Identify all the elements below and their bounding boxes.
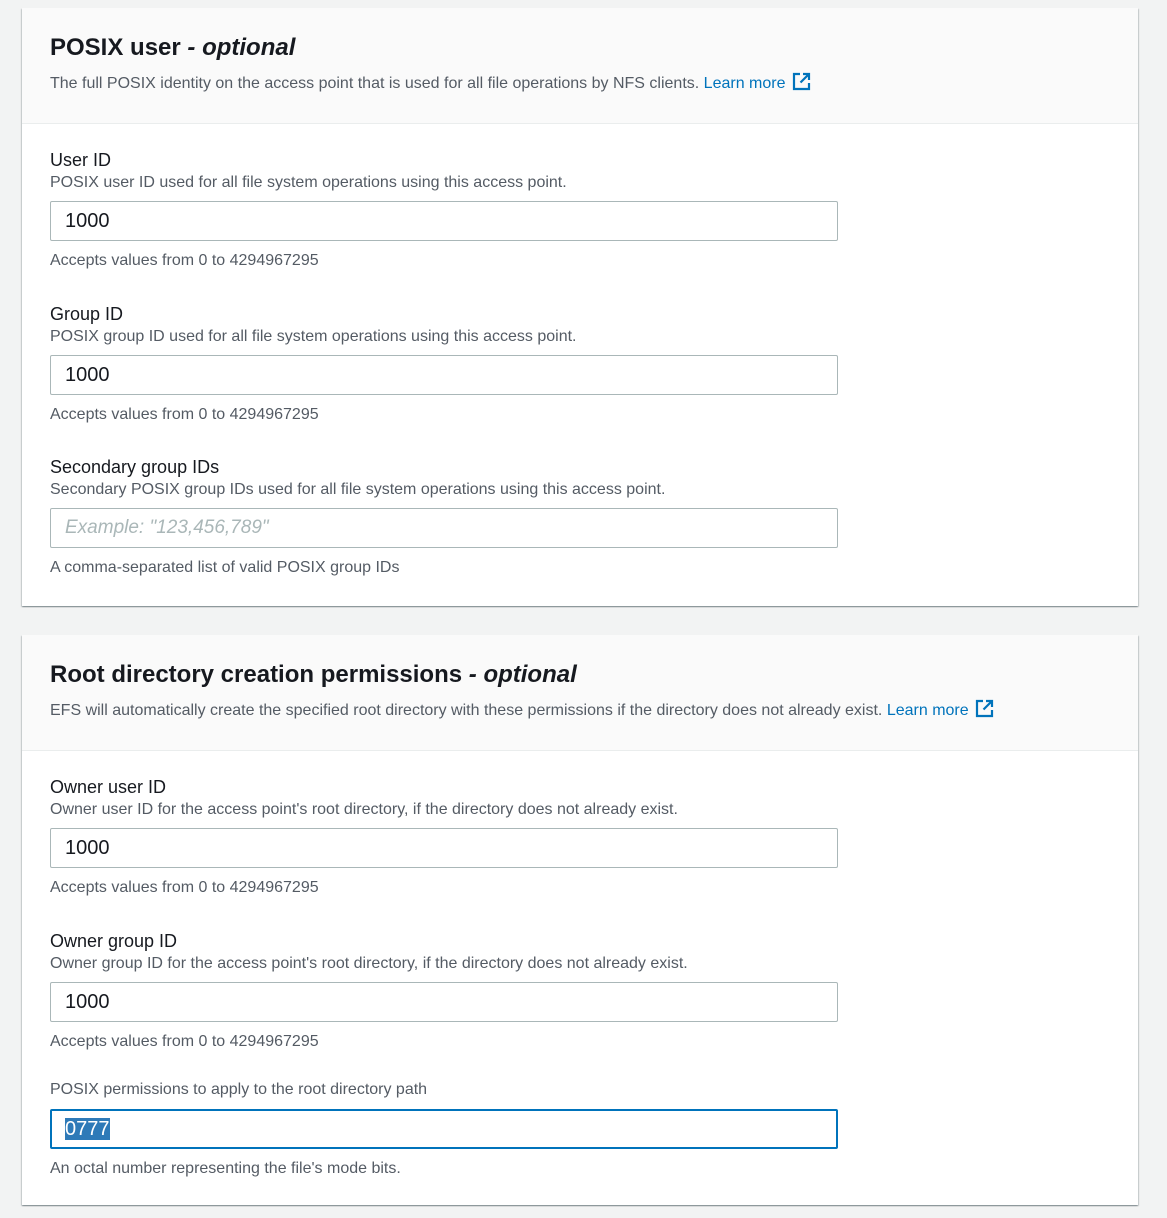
root-directory-description: EFS will automatically create the specif… xyxy=(50,699,1110,725)
learn-more-link[interactable]: Learn more xyxy=(887,699,994,719)
root-directory-panel: Root directory creation permissions - op… xyxy=(22,635,1138,1205)
user-id-input[interactable]: 1000 xyxy=(50,201,838,241)
owner-user-id-description: Owner user ID for the access point's roo… xyxy=(50,801,678,818)
root-directory-title: Root directory creation permissions - op… xyxy=(50,661,577,688)
secondary-group-ids-description: Secondary POSIX group IDs used for all f… xyxy=(50,481,666,498)
owner-user-id-field: Owner user ID Owner user ID for the acce… xyxy=(50,775,840,899)
permissions-input[interactable]: 0777 xyxy=(50,1109,838,1149)
user-id-label: User ID xyxy=(50,150,112,170)
user-id-description: POSIX user ID used for all file system o… xyxy=(50,174,567,191)
posix-user-panel: POSIX user - optional The full POSIX ide… xyxy=(22,8,1138,606)
posix-user-title: POSIX user - optional xyxy=(50,34,296,61)
secondary-group-ids-field: Secondary group IDs Secondary POSIX grou… xyxy=(50,455,840,579)
group-id-hint: Accepts values from 0 to 4294967295 xyxy=(50,406,319,423)
owner-group-id-hint: Accepts values from 0 to 4294967295 xyxy=(50,1033,319,1050)
group-id-label: Group ID xyxy=(50,304,124,324)
owner-user-id-input[interactable]: 1000 xyxy=(50,828,838,868)
owner-user-id-hint: Accepts values from 0 to 4294967295 xyxy=(50,879,319,896)
user-id-hint: Accepts values from 0 to 4294967295 xyxy=(50,252,319,269)
external-link-icon xyxy=(792,72,811,98)
secondary-group-ids-input[interactable]: Example: "123,456,789" xyxy=(50,508,838,548)
secondary-group-ids-hint: A comma-separated list of valid POSIX gr… xyxy=(50,559,400,576)
permissions-hint: An octal number representing the file's … xyxy=(50,1160,401,1177)
user-id-field: User ID POSIX user ID used for all file … xyxy=(50,148,840,272)
permissions-selected-text[interactable]: 0777 xyxy=(65,1118,110,1140)
posix-user-description: The full POSIX identity on the access po… xyxy=(50,72,1110,98)
owner-group-id-field: Owner group ID Owner group ID for the ac… xyxy=(50,929,840,1053)
owner-user-id-label: Owner user ID xyxy=(50,777,167,797)
group-id-description: POSIX group ID used for all file system … xyxy=(50,328,577,345)
external-link-icon xyxy=(975,699,994,725)
permissions-field: POSIX permissions to apply to the root d… xyxy=(50,1078,840,1180)
optional-marker: - optional xyxy=(187,34,296,61)
group-id-field: Group ID POSIX group ID used for all fil… xyxy=(50,302,840,426)
group-id-input[interactable]: 1000 xyxy=(50,355,838,395)
posix-user-header: POSIX user - optional The full POSIX ide… xyxy=(22,8,1138,124)
secondary-group-ids-label: Secondary group IDs xyxy=(50,457,220,477)
optional-marker: - optional xyxy=(468,661,577,688)
owner-group-id-input[interactable]: 1000 xyxy=(50,982,838,1022)
root-directory-header: Root directory creation permissions - op… xyxy=(22,635,1138,751)
learn-more-link[interactable]: Learn more xyxy=(704,72,811,92)
permissions-label: POSIX permissions to apply to the root d… xyxy=(50,1081,428,1098)
owner-group-id-label: Owner group ID xyxy=(50,931,178,951)
owner-group-id-description: Owner group ID for the access point's ro… xyxy=(50,955,688,972)
